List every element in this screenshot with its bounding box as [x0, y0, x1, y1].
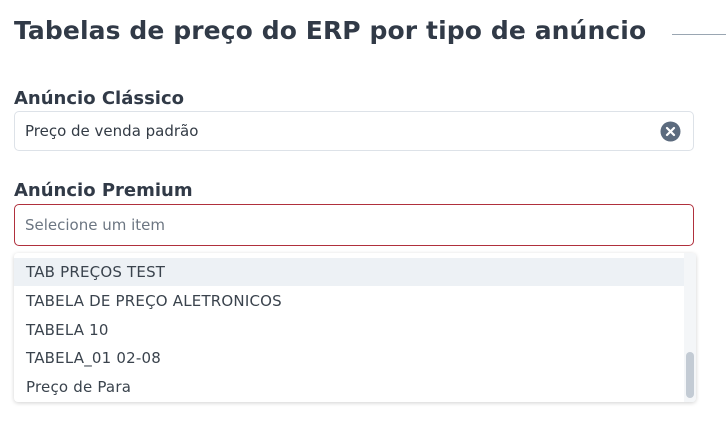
dropdown-option[interactable]: TABELA 10	[14, 316, 684, 344]
clear-icon[interactable]	[660, 121, 681, 142]
title-divider	[672, 34, 726, 35]
dropdown-option[interactable]: TAB PREÇOS TEST	[14, 258, 684, 286]
premium-ad-dropdown[interactable]: TAB PREÇOS TEST TABELA DE PREÇO ALETRONI…	[14, 253, 696, 402]
dropdown-scrollbar-thumb[interactable]	[686, 352, 694, 398]
classic-ad-selected-value: Preço de venda padrão	[25, 122, 199, 140]
dropdown-option[interactable]: TABELA DE PREÇO ALETRONICOS	[14, 287, 684, 315]
premium-ad-placeholder: Selecione um item	[25, 216, 166, 234]
section-title: Tabelas de preço do ERP por tipo de anún…	[14, 16, 647, 45]
classic-ad-select[interactable]: Preço de venda padrão	[14, 111, 694, 151]
classic-ad-label: Anúncio Clássico	[14, 88, 185, 109]
dropdown-option[interactable]: TABELA_01 02-08	[14, 344, 684, 372]
premium-ad-select[interactable]: Selecione um item	[14, 204, 694, 246]
premium-ad-label: Anúncio Premium	[14, 180, 193, 201]
dropdown-option[interactable]: Preço de Para	[14, 373, 684, 401]
dropdown-scrollbar[interactable]	[684, 253, 696, 402]
